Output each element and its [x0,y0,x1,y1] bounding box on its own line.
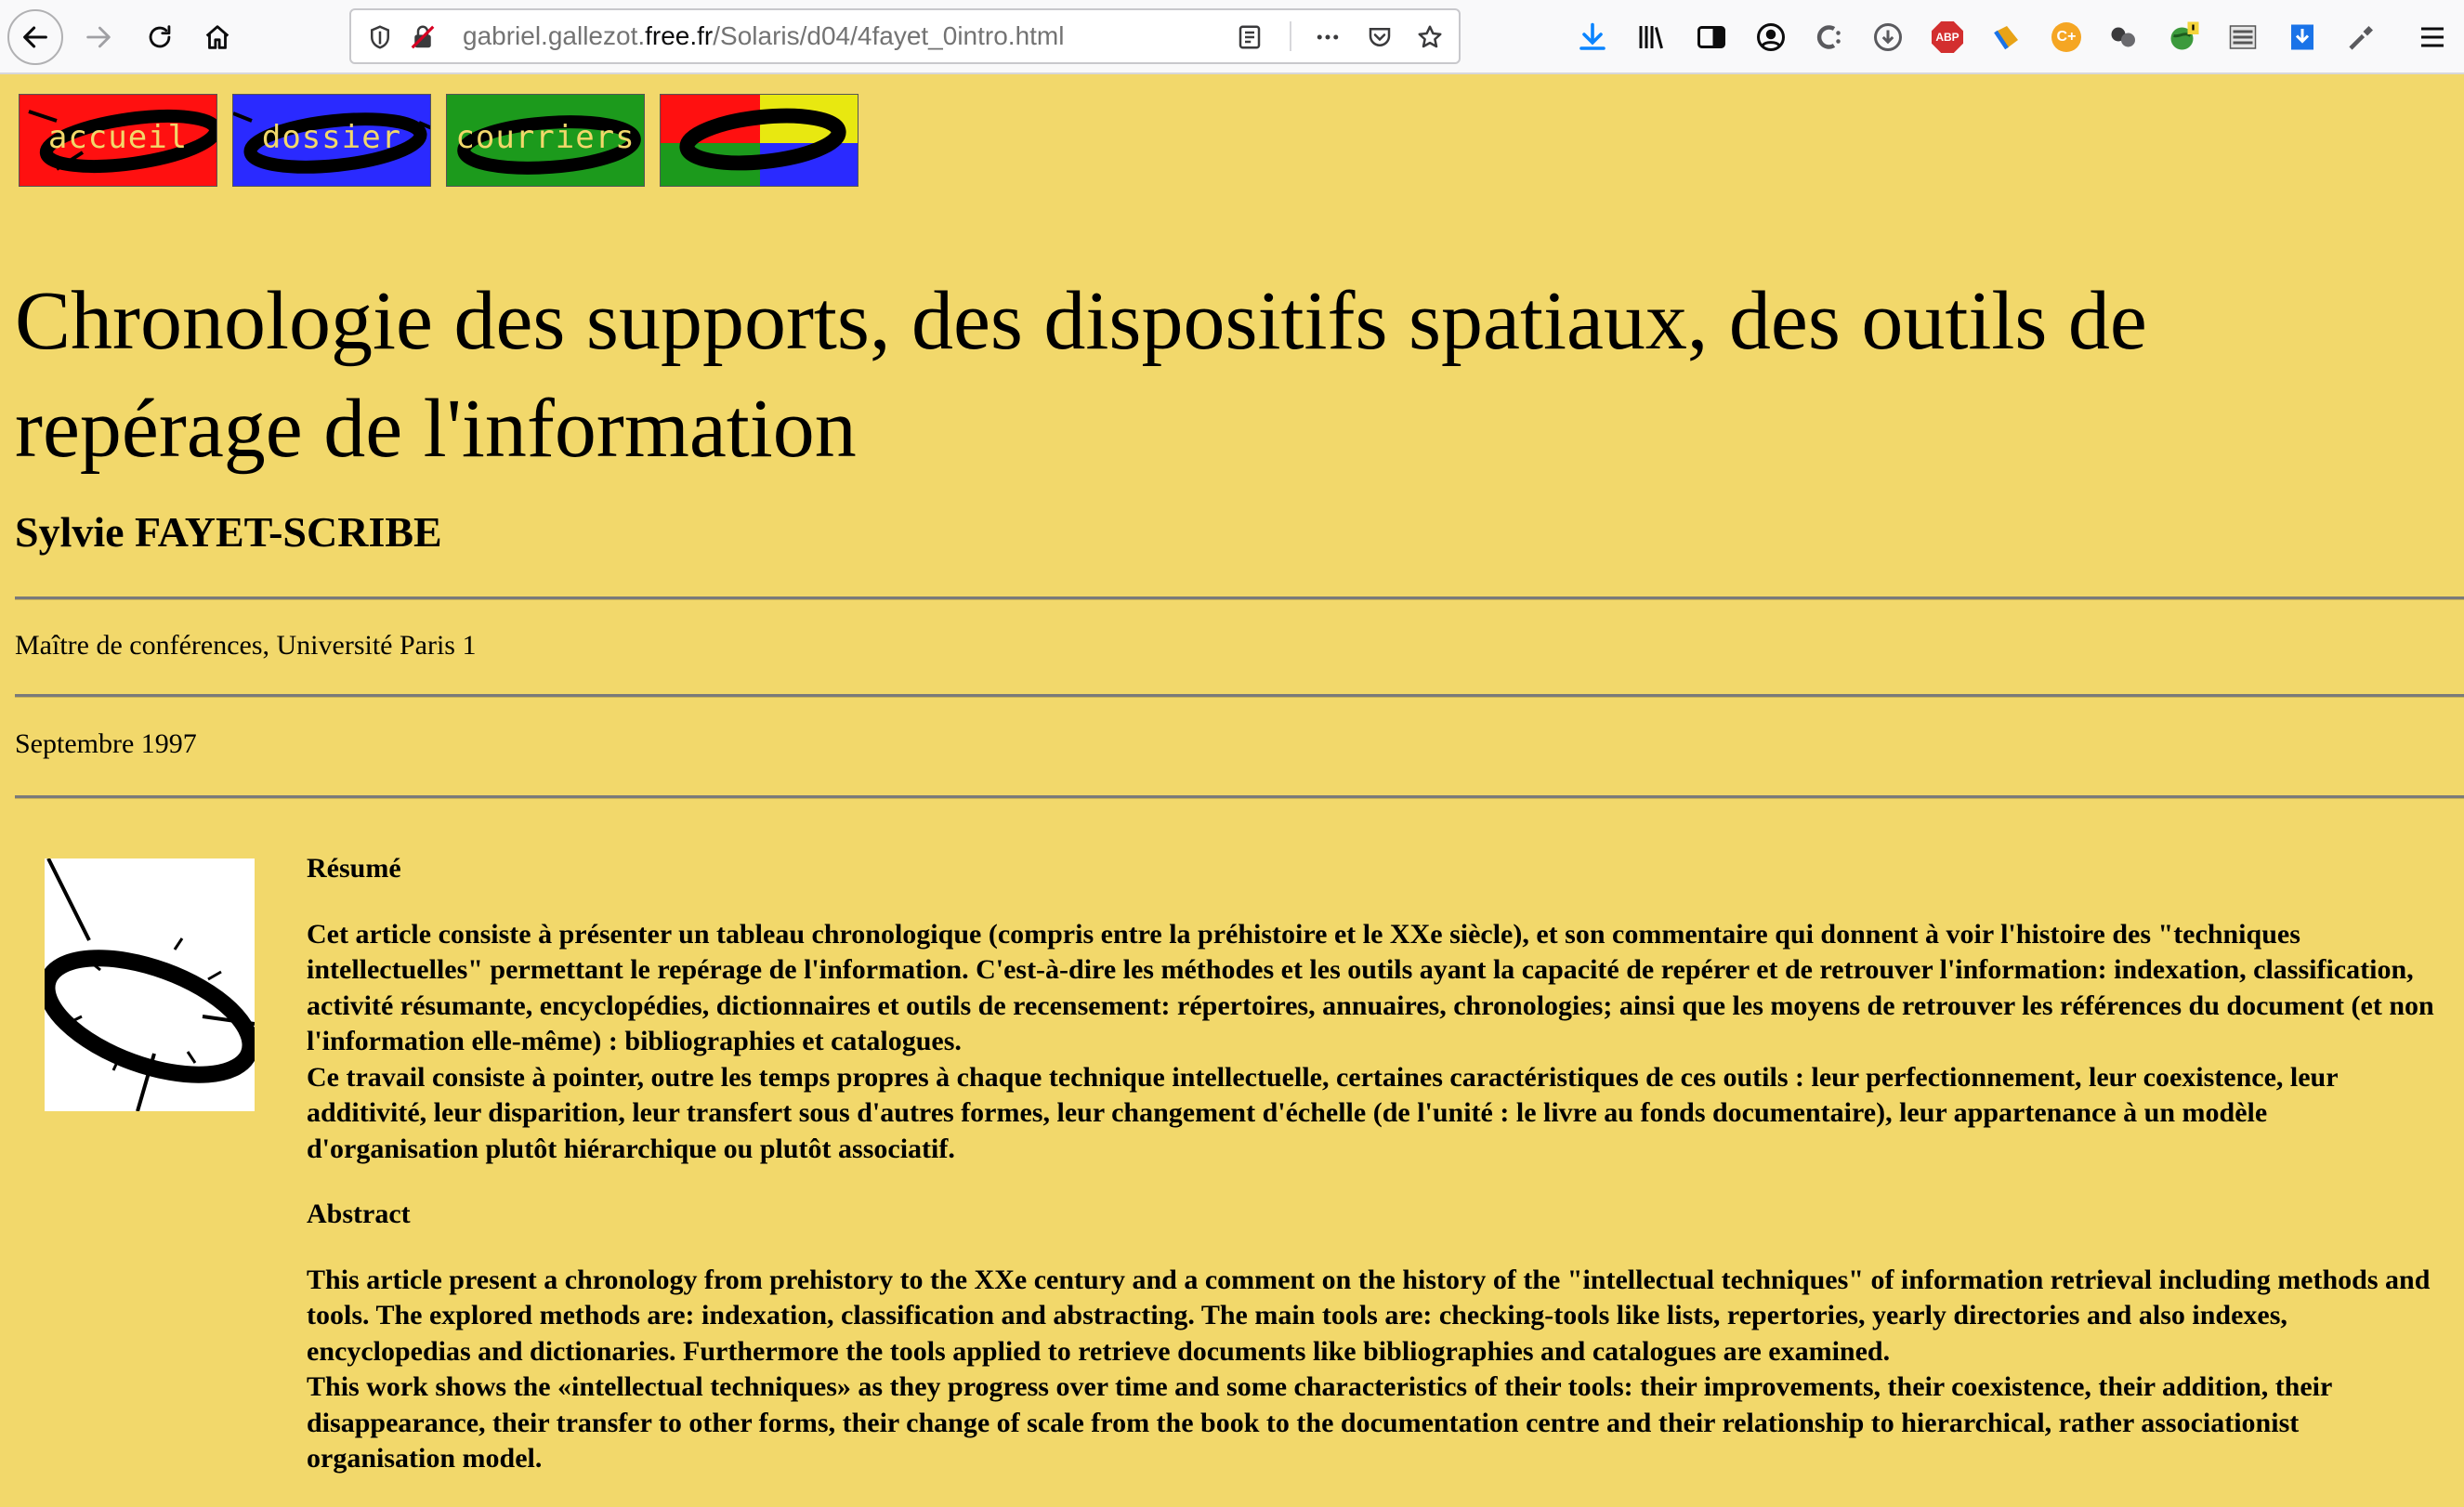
back-button[interactable] [7,9,63,65]
url-separator [1290,21,1291,51]
divider [15,596,2464,600]
download-status-icon[interactable] [1869,19,1907,56]
ring-graphic [661,95,858,186]
dots-extension-icon[interactable] [2105,19,2143,56]
browser-toolbar: gabriel.gallezot.free.fr/Solaris/d04/4fa… [0,0,2464,74]
cplus-badge: C+ [2051,22,2081,52]
menu-icon[interactable] [2414,19,2451,56]
insecure-lock-icon[interactable] [407,21,439,53]
page-title: Chronologie des supports, des dispositif… [15,275,2147,475]
resume-heading: Résumé [307,853,401,884]
url-path: /Solaris/d04/4fayet_0intro.html [713,21,1065,50]
nav-dossier[interactable]: dossier [232,94,431,187]
abstract-paragraph-2: This work shows the «intellectual techni… [307,1371,2332,1474]
reader-view-icon[interactable] [1234,21,1265,53]
eyedropper-icon[interactable] [2343,19,2380,56]
globe-extension-icon[interactable] [2165,19,2202,56]
divider [15,795,2464,799]
nav-accueil[interactable]: accueil [19,94,217,187]
affiliation: Maître de conférences, Université Paris … [15,630,477,661]
flag-extension-icon[interactable] [2224,19,2261,56]
sidebar-icon[interactable] [1693,19,1730,56]
ring-logo-image [38,858,259,1112]
author-name: Sylvie FAYET-SCRIBE [15,508,442,556]
more-icon[interactable] [1312,21,1343,53]
abstract-section: Résumé Cet article consiste à présenter … [307,851,2444,1507]
home-icon [205,25,229,49]
home-button[interactable] [191,11,243,63]
nav-dossier-label: dossier [261,119,402,156]
url-text[interactable]: gabriel.gallezot.free.fr/Solaris/d04/4fa… [463,10,1064,62]
url-host: free.fr [645,21,714,50]
download-icon[interactable] [1574,19,1611,56]
url-bar[interactable]: gabriel.gallezot.free.fr/Solaris/d04/4fa… [349,8,1461,64]
cplus-extension-icon[interactable]: C+ [2048,19,2085,56]
library-icon[interactable] [1633,19,1671,56]
resume-paragraph-2: Ce travail consiste à pointer, outre les… [307,1061,2339,1164]
pocket-icon[interactable] [1364,21,1396,53]
forward-arrow-icon [86,26,111,48]
back-arrow-icon [23,26,47,48]
abstract-heading: Abstract [307,1199,411,1229]
shield-icon[interactable] [364,21,396,53]
resume-paragraph-1: Cet article consiste à présenter un tabl… [307,918,2434,1057]
nav-multicolor[interactable] [660,94,858,187]
nav-accueil-label: accueil [47,119,189,156]
abp-badge: ABP [1932,21,1963,53]
account-icon[interactable] [1752,19,1789,56]
nav-courriers-label: courriers [455,119,636,156]
publication-date: Septembre 1997 [15,728,197,759]
nav-courriers[interactable]: courriers [446,94,645,187]
abstract-paragraph-1: This article present a chronology from p… [307,1264,2431,1367]
star-icon[interactable] [1414,21,1446,53]
forward-button[interactable] [72,11,125,63]
adblock-icon[interactable]: ABP [1929,19,1966,56]
divider [15,694,2464,698]
url-prefix: gabriel.gallezot. [463,21,646,50]
bookmark-extension-icon[interactable] [1988,19,2025,56]
save-extension-icon[interactable] [2284,19,2321,56]
cookie-extension-icon[interactable] [1810,19,1847,56]
reload-button[interactable] [134,11,186,63]
reload-icon [149,25,171,48]
site-navigation: accueil dossier courriers [19,94,858,187]
